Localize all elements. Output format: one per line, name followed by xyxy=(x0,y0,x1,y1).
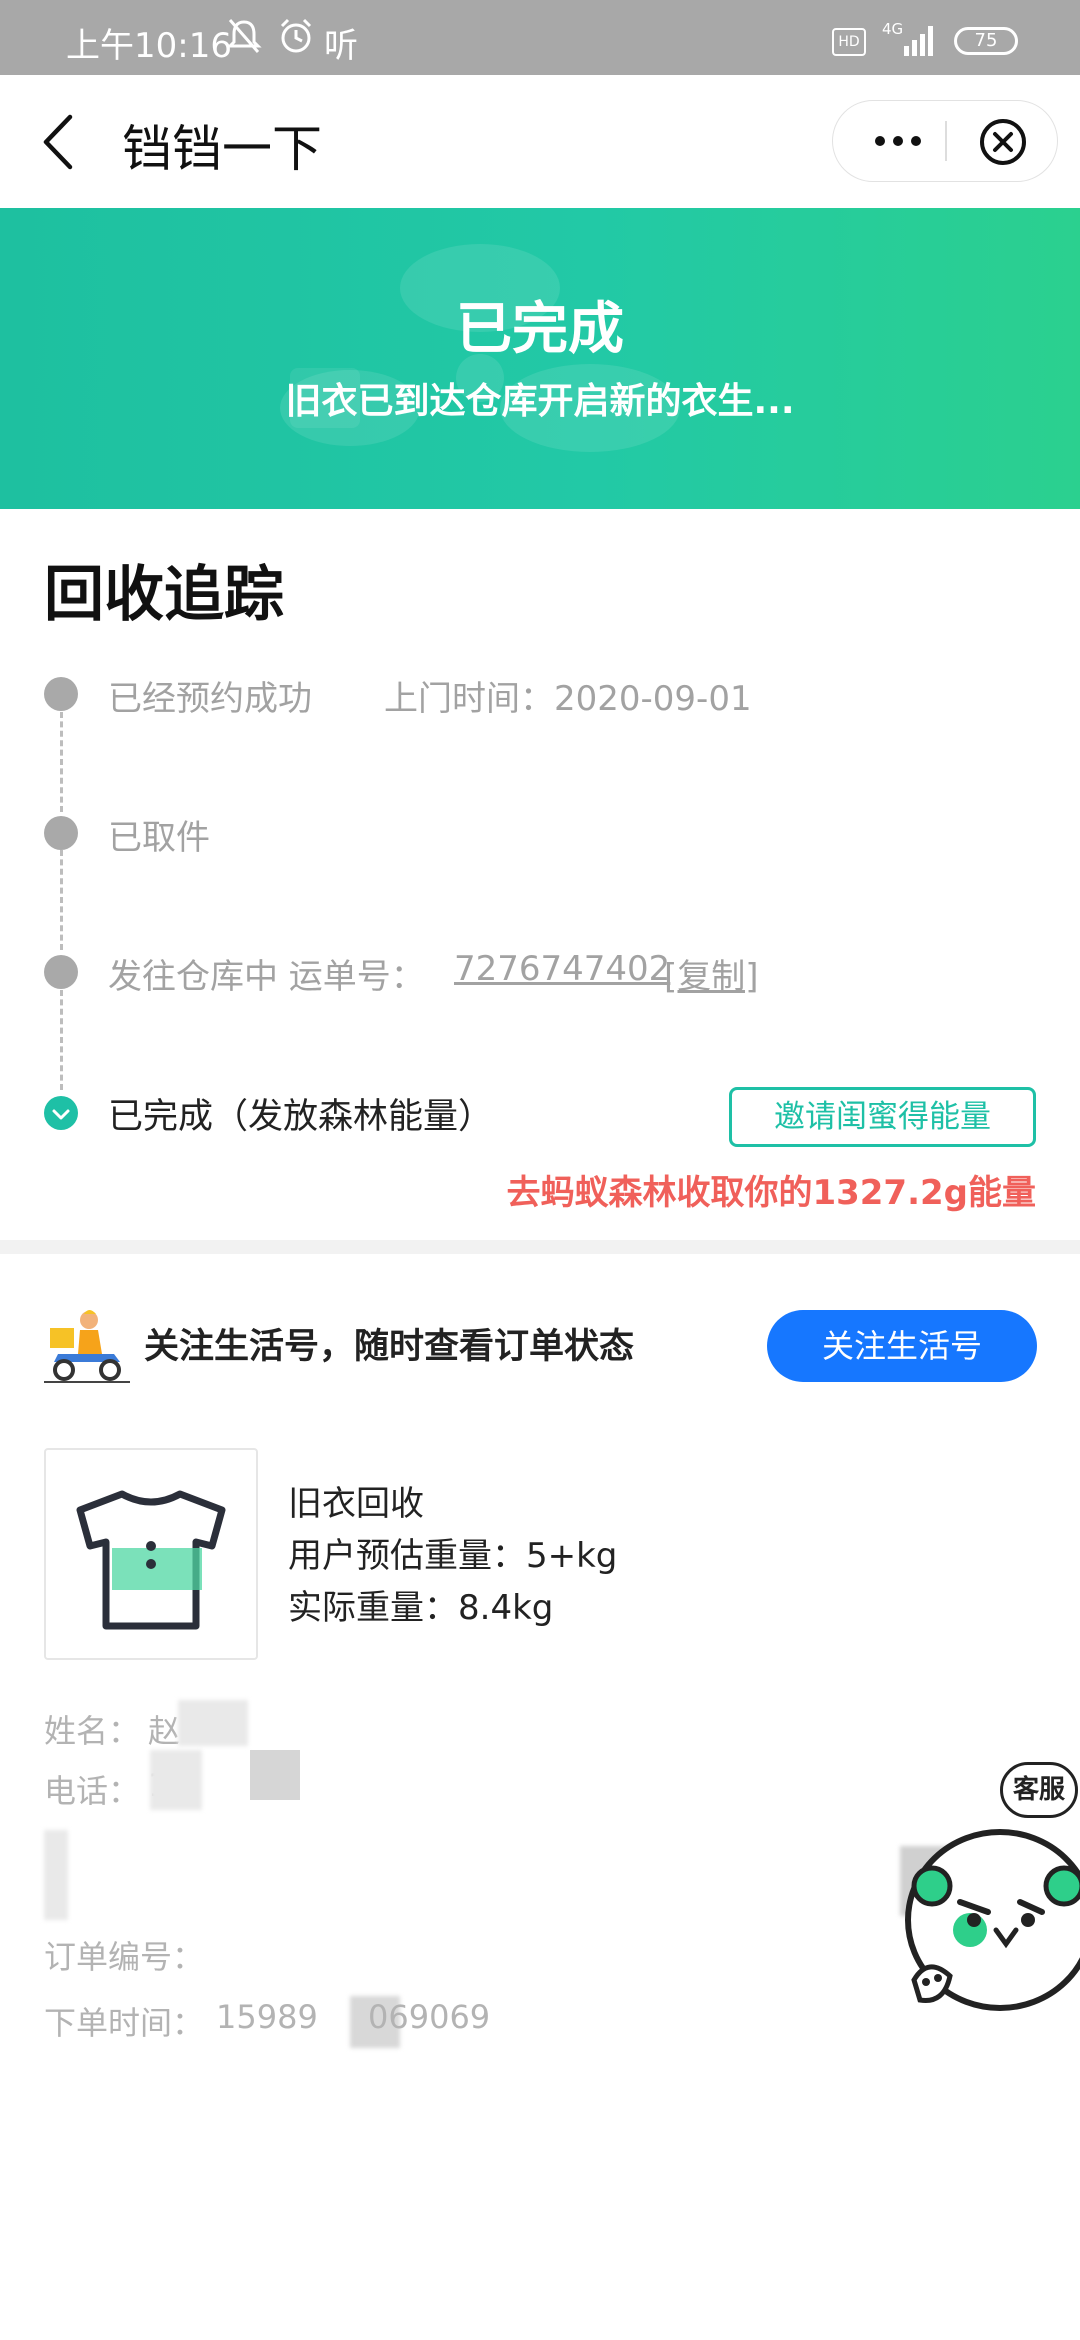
status-bar: 上午10:16 听 HD 4G 75 xyxy=(0,0,1080,75)
redacted-block xyxy=(150,1750,202,1810)
hd-badge: HD xyxy=(832,28,866,56)
mascot-icon xyxy=(905,1829,1080,2011)
battery-indicator: 75 xyxy=(954,27,1018,55)
timeline-dot xyxy=(44,816,78,850)
order-number-label: 订单编号： xyxy=(44,1938,205,1976)
more-icon[interactable] xyxy=(863,121,933,161)
back-arrow-icon[interactable] xyxy=(40,113,74,171)
signal-icon xyxy=(904,26,933,56)
follow-button[interactable]: 关注生活号 xyxy=(767,1310,1037,1382)
step-detail: 上门时间：2020-09-01 xyxy=(384,679,752,719)
product-name: 旧衣回收 xyxy=(288,1484,424,1524)
timeline-line xyxy=(60,990,63,1090)
capsule-divider xyxy=(945,121,947,161)
delivery-scooter-icon xyxy=(44,1310,130,1383)
step-label: 已取件 xyxy=(108,818,210,858)
actual-weight: 实际重量：8.4kg xyxy=(288,1588,554,1628)
bell-muted-icon xyxy=(226,19,262,53)
tshirt-icon xyxy=(76,1490,226,1630)
product-thumbnail xyxy=(44,1448,258,1660)
banner-title: 已完成 xyxy=(456,297,624,362)
step-label: 发往仓库中 运单号： xyxy=(108,957,425,997)
name-label: 姓名： xyxy=(44,1712,141,1750)
energy-link[interactable]: 去蚂蚁森林收取你的1327.2g能量 xyxy=(506,1165,1036,1214)
redacted-block xyxy=(178,1700,248,1746)
close-icon[interactable] xyxy=(977,116,1029,168)
listen-indicator: 听 xyxy=(324,26,358,66)
copy-link[interactable]: [复制] xyxy=(664,949,759,998)
follow-prompt: 关注生活号，随时查看订单状态 xyxy=(144,1327,635,1367)
mini-program-capsule xyxy=(832,100,1058,182)
customer-service-button[interactable]: 客服 xyxy=(900,1760,1080,2080)
step-label-completed: 已完成（发放森林能量） xyxy=(108,1097,494,1137)
nav-bar: 铛铛一下 xyxy=(0,75,1080,208)
order-time-value: 069069 xyxy=(368,1998,491,2036)
invite-friend-button[interactable]: 邀请闺蜜得能量 xyxy=(729,1087,1036,1147)
tracking-title: 回收追踪 xyxy=(44,560,284,630)
section-divider xyxy=(0,1240,1080,1254)
redacted-block xyxy=(44,1830,68,1920)
estimated-weight: 用户预估重量：5+kg xyxy=(288,1536,618,1576)
alarm-icon xyxy=(280,18,312,53)
order-time-value: 15989 xyxy=(216,1998,318,2036)
timeline-dot xyxy=(44,677,78,711)
name-value: 赵 xyxy=(148,1712,181,1750)
timeline-line xyxy=(60,712,63,812)
tracking-number-link[interactable]: 7276747402 xyxy=(454,949,670,989)
timeline-check xyxy=(44,1096,78,1130)
order-time-label: 下单时间： xyxy=(44,2004,205,2042)
status-time: 上午10:16 xyxy=(66,26,232,66)
timeline-line xyxy=(60,850,63,950)
page-title: 铛铛一下 xyxy=(122,120,322,178)
step-label: 已经预约成功 xyxy=(108,679,312,719)
phone-label: 电话： xyxy=(44,1772,141,1810)
redacted-block xyxy=(250,1750,300,1800)
banner-subtitle: 旧衣已到达仓库开启新的衣生... xyxy=(285,381,795,422)
status-banner: 已完成 旧衣已到达仓库开启新的衣生... xyxy=(0,208,1080,509)
timeline-dot xyxy=(44,955,78,989)
check-icon xyxy=(52,1109,70,1120)
